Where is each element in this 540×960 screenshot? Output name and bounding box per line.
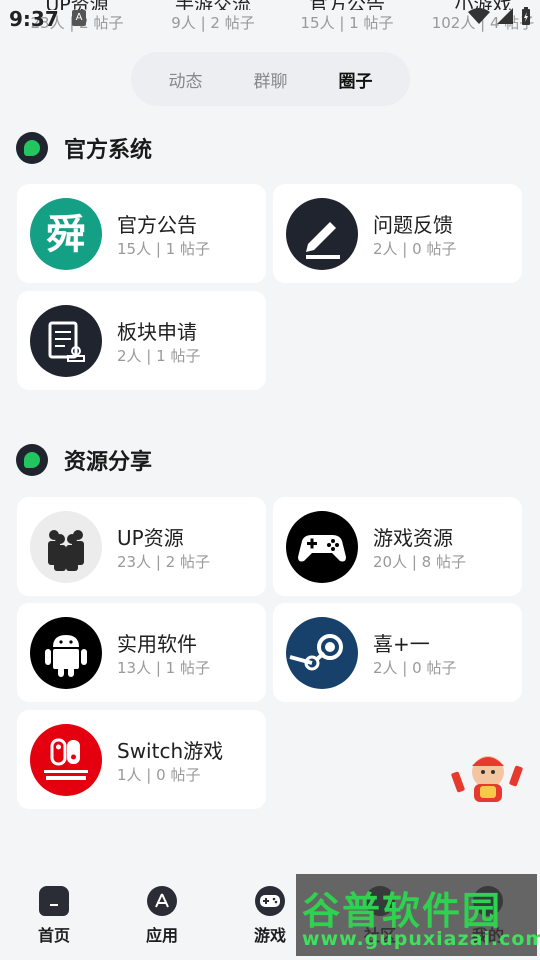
circle-card-feedback[interactable]: 问题反馈 2人 | 0 帖子	[273, 184, 522, 283]
circle-card-board-application[interactable]: 板块申请 2人 | 1 帖子	[17, 291, 266, 390]
card-stats: 20人 | 8 帖子	[373, 553, 466, 571]
nav-label: 首页	[37, 926, 70, 945]
card-stats: 15人 | 1 帖子	[117, 240, 210, 258]
nav-label: 游戏	[253, 926, 286, 945]
segmented-tabs: 动态 群聊 圈子	[131, 52, 410, 106]
android-robot-icon	[30, 617, 102, 689]
card-stats: 2人 | 0 帖子	[373, 659, 457, 677]
tab-group-chat[interactable]: 群聊	[254, 67, 288, 92]
wifi-icon	[468, 8, 490, 24]
announcement-logo-icon: 舜	[30, 198, 102, 270]
chat-bubble-icon	[16, 444, 48, 476]
nav-home[interactable]: 首页	[24, 886, 84, 946]
document-stamp-icon	[30, 305, 102, 377]
top-row-item[interactable]: 官方公告 15人 | 1 帖子	[282, 0, 412, 33]
card-name: UP资源	[117, 526, 184, 550]
watermark-url: www.gupuxiazai.com	[302, 928, 540, 950]
circle-card-switch-games[interactable]: Switch游戏 1人 | 0 帖子	[17, 710, 266, 809]
tab-circles[interactable]: 圈子	[339, 67, 373, 92]
nintendo-switch-icon	[30, 724, 102, 796]
section-title: 官方系统	[64, 138, 153, 163]
top-row-name: 手游交流	[148, 0, 278, 10]
steam-logo-icon	[286, 617, 358, 689]
status-icons	[468, 6, 532, 26]
card-name: 实用软件	[117, 632, 197, 656]
top-row-stats: 9人 | 2 帖子	[171, 14, 255, 32]
top-row-name: 官方公告	[282, 0, 412, 10]
battery-icon	[522, 7, 530, 25]
nav-label: 应用	[145, 926, 178, 945]
circle-card-announcements[interactable]: 舜 官方公告 15人 | 1 帖子	[17, 184, 266, 283]
circle-card-game-resources[interactable]: 游戏资源 20人 | 8 帖子	[273, 497, 522, 596]
top-row-stats: 15人 | 1 帖子	[300, 14, 394, 32]
section-title: 资源分享	[64, 450, 153, 475]
svg-text:舜: 舜	[46, 212, 86, 258]
chat-bubble-icon	[16, 132, 48, 164]
watermark-overlay: 谷普软件园 www.gupuxiazai.com	[296, 874, 540, 956]
people-group-icon	[30, 511, 102, 583]
notification-a-icon: A	[72, 10, 86, 26]
top-row-item[interactable]: 手游交流 9人 | 2 帖子	[148, 0, 278, 33]
gamepad-icon	[286, 511, 358, 583]
card-name: 问题反馈	[373, 213, 453, 237]
card-stats: 23人 | 2 帖子	[117, 553, 210, 571]
circle-card-steam[interactable]: 喜+一 2人 | 0 帖子	[273, 603, 522, 702]
card-stats: 2人 | 0 帖子	[373, 240, 457, 258]
card-stats: 13人 | 1 帖子	[117, 659, 210, 677]
card-stats: 2人 | 1 帖子	[117, 347, 201, 365]
watermark-title: 谷普软件园	[302, 889, 503, 933]
home-icon	[39, 886, 69, 916]
new-year-mascot-icon[interactable]	[450, 746, 526, 806]
app-store-icon	[147, 886, 177, 916]
section-header-official: 官方系统	[16, 132, 152, 164]
nav-games[interactable]: 游戏	[240, 886, 300, 946]
section-header-resource-sharing: 资源分享	[16, 444, 152, 476]
nav-apps[interactable]: 应用	[132, 886, 192, 946]
card-name: 喜+一	[373, 632, 430, 656]
card-name: 板块申请	[117, 320, 197, 344]
tab-dynamic[interactable]: 动态	[169, 67, 203, 92]
cellular-icon	[497, 8, 513, 24]
circle-card-up-resources[interactable]: UP资源 23人 | 2 帖子	[17, 497, 266, 596]
circle-card-useful-software[interactable]: 实用软件 13人 | 1 帖子	[17, 603, 266, 702]
card-stats: 1人 | 0 帖子	[117, 766, 201, 784]
gamepad-icon	[255, 886, 285, 916]
card-name: 官方公告	[117, 213, 197, 237]
status-time: 9:37	[9, 7, 59, 31]
card-name: 游戏资源	[373, 526, 453, 550]
pencil-edit-icon	[286, 198, 358, 270]
card-name: Switch游戏	[117, 739, 224, 763]
